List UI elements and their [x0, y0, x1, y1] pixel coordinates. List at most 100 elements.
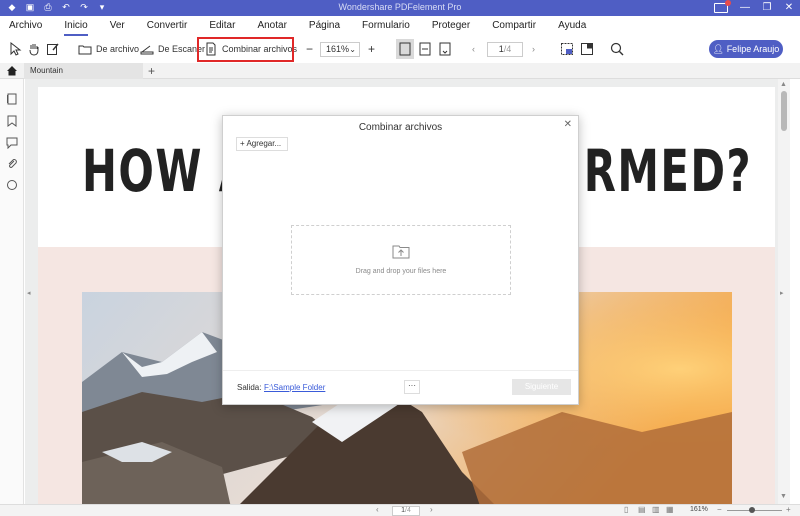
screenshot-icon [561, 43, 573, 55]
output-path-link[interactable]: F:\Sample Folder [264, 383, 325, 392]
drop-zone[interactable]: Drag and drop your files here [291, 225, 511, 295]
status-page-input[interactable]: 1/4 [392, 506, 420, 516]
menu-compartir[interactable]: Compartir [492, 16, 536, 36]
scanner-icon [140, 45, 154, 55]
menu-archivo[interactable]: Archivo [9, 16, 42, 36]
single-page-icon [439, 42, 451, 56]
next-page-button[interactable]: › [532, 40, 535, 58]
close-window-button[interactable]: ✕ [778, 0, 800, 16]
add-files-button[interactable]: + Agregar... [236, 137, 288, 151]
zoom-out-button[interactable]: − [306, 40, 313, 58]
fit-page-button[interactable] [396, 39, 414, 59]
window-title: Wondershare PDFelement Pro [338, 2, 462, 12]
next-icon: › [532, 44, 535, 54]
edit-tool[interactable] [46, 40, 64, 58]
user-account-button[interactable]: 👤︎ Felipe Araujo [709, 40, 783, 58]
tab-mountain[interactable]: Mountain [24, 63, 143, 79]
menu-convertir[interactable]: Convertir [147, 16, 188, 36]
from-scanner-button[interactable]: De Escaner [140, 40, 205, 58]
menu-editar[interactable]: Editar [209, 16, 235, 36]
status-zoom: 161% [690, 506, 708, 513]
tab-bar: Mountain + [0, 63, 800, 79]
thumbnails-icon[interactable] [6, 93, 18, 105]
status-prev-icon[interactable]: ‹ [376, 505, 379, 514]
scroll-down-icon[interactable]: ▼ [780, 493, 787, 500]
search-button[interactable] [610, 40, 628, 58]
folder-icon [78, 45, 92, 55]
page-input[interactable]: 1/4 [487, 42, 523, 57]
zoom-select[interactable]: 161% ⌄ [320, 42, 360, 57]
vertical-scrollbar[interactable]: ▲ ▸ ▼ [778, 79, 790, 504]
close-icon[interactable]: ✕ [564, 119, 572, 130]
status-zoom-in-icon[interactable]: + [786, 505, 791, 514]
zoom-slider-knob[interactable] [749, 507, 755, 513]
select-icon [10, 42, 22, 56]
combine-files-dialog: Combinar archivos ✕ + Agregar... Drag an… [222, 115, 579, 405]
menu-anotar[interactable]: Anotar [257, 16, 286, 36]
zoom-slider[interactable] [727, 507, 782, 513]
from-file-label: De archivo [96, 44, 140, 54]
fit-window-icon[interactable]: ▦ [666, 505, 674, 514]
user-name: Felipe Araujo [726, 44, 780, 54]
scroll-up-icon[interactable]: ▲ [780, 81, 787, 88]
maximize-button[interactable]: ❐ [756, 0, 778, 16]
upload-folder-icon [392, 245, 410, 259]
zoom-value: 161% [326, 44, 350, 54]
mail-icon[interactable] [714, 0, 731, 13]
screenshot-button[interactable] [560, 40, 578, 58]
view-mode-button[interactable] [580, 40, 598, 58]
menu-ayuda[interactable]: Ayuda [558, 16, 586, 36]
menu-pagina[interactable]: Página [309, 16, 340, 36]
window-controls: — ❐ ✕ [714, 0, 800, 16]
status-zoom-out-icon[interactable]: − [717, 505, 722, 514]
left-sidebar [0, 79, 24, 504]
status-bar: ‹ 1/4 › ▯ ▤ ▥ ▦ 161% − + [0, 504, 800, 516]
fit-width-button[interactable] [418, 40, 436, 58]
prev-page-button[interactable]: ‹ [472, 40, 475, 58]
headline-right: RMED? [583, 137, 753, 205]
comment-icon[interactable] [6, 137, 18, 149]
single-page-view-icon[interactable]: ▯ [624, 505, 628, 514]
view-mode-icon [581, 43, 593, 55]
left-scroll-hint: ◂ [25, 79, 37, 504]
menu-inicio[interactable]: Inicio [64, 16, 88, 36]
menu-proteger[interactable]: Proteger [432, 16, 470, 36]
single-page-button[interactable] [438, 40, 456, 58]
scroll-thumb[interactable] [781, 91, 787, 131]
menu-bar: Archivo Inicio Ver Convertir Editar Anot… [0, 16, 800, 36]
user-icon: 👤︎ [712, 44, 727, 54]
zoom-in-icon: + [368, 42, 376, 56]
chevron-down-icon: ⌄ [349, 45, 356, 54]
add-tab-button[interactable]: + [148, 63, 155, 79]
from-file-button[interactable]: De archivo [78, 40, 139, 58]
browse-button[interactable]: ··· [404, 380, 420, 394]
zoom-out-icon: − [306, 42, 314, 56]
two-page-view-icon[interactable]: ▥ [652, 505, 660, 514]
prev-icon: ‹ [472, 44, 475, 54]
drop-text: Drag and drop your files here [355, 268, 447, 275]
home-icon[interactable] [6, 65, 18, 76]
fit-page-icon [399, 42, 411, 56]
menu-formulario[interactable]: Formulario [362, 16, 410, 36]
search-panel-icon[interactable] [6, 179, 18, 191]
hand-icon [29, 44, 39, 56]
dialog-divider [223, 370, 578, 371]
next-button[interactable]: Siguiente [512, 379, 571, 395]
bookmark-icon[interactable] [6, 115, 18, 127]
menu-ver[interactable]: Ver [110, 16, 125, 36]
dialog-title: Combinar archivos [358, 122, 443, 133]
output-label: Salida: [237, 383, 262, 392]
chevron-left-icon[interactable]: ◂ [27, 289, 31, 297]
continuous-view-icon[interactable]: ▤ [638, 505, 646, 514]
status-next-icon[interactable]: › [430, 505, 433, 514]
select-tool[interactable] [8, 40, 26, 58]
attachment-icon[interactable] [6, 158, 18, 170]
page-total: /4 [503, 44, 512, 54]
hand-tool[interactable] [27, 40, 45, 58]
zoom-in-button[interactable]: + [368, 40, 375, 58]
search-icon [610, 42, 624, 56]
fit-width-icon [419, 42, 431, 56]
minimize-button[interactable]: — [734, 0, 756, 16]
title-bar: ◆ ▣ ⎙ ↶ ↷ ▾ Wondershare PDFelement Pro —… [0, 0, 800, 16]
chevron-right-icon[interactable]: ▸ [780, 289, 784, 297]
